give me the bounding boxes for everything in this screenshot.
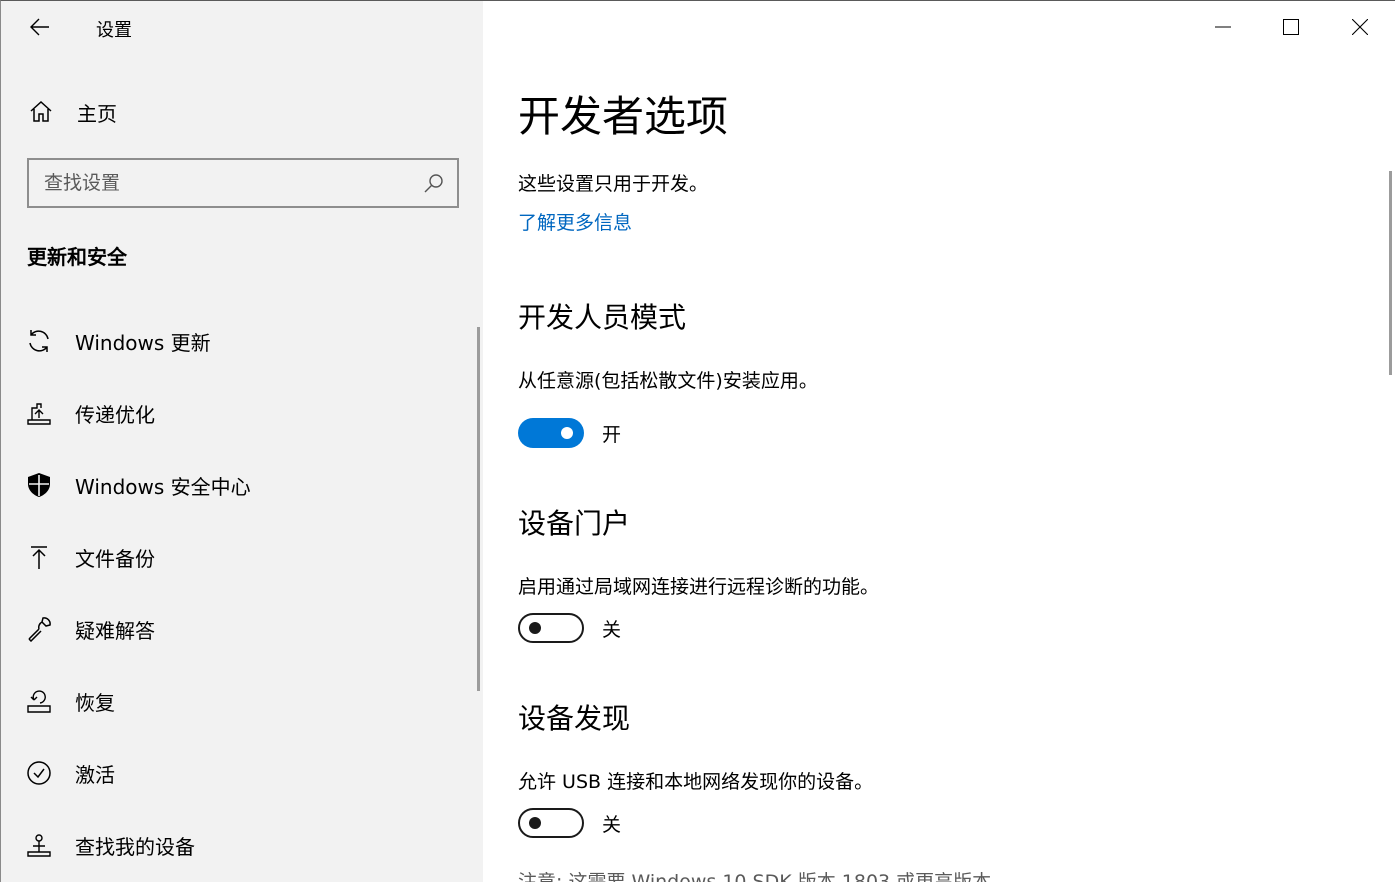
device-discovery-toggle[interactable]: [518, 808, 584, 838]
device-discovery-state: 关: [602, 813, 622, 836]
sidebar-nav: Windows 更新 传递优化 Windows 安全中心 文件备份 疑难解答 恢…: [1, 305, 483, 881]
sidebar-item-label: 文件备份: [75, 546, 155, 571]
sidebar-item-find-my-device[interactable]: 查找我的设备: [1, 809, 483, 881]
sidebar-item-label: 传递优化: [75, 402, 155, 427]
back-button[interactable]: [23, 11, 57, 43]
wrench-icon: [25, 615, 53, 643]
toggle-knob: [529, 817, 541, 829]
section-title: 更新和安全: [27, 245, 127, 269]
sidebar-item-label: 主页: [77, 101, 117, 126]
developer-mode-toggle[interactable]: [518, 418, 584, 448]
sidebar-item-delivery-optimization[interactable]: 传递优化: [1, 377, 483, 449]
sidebar-item-activation[interactable]: 激活: [1, 737, 483, 809]
sidebar-item-home[interactable]: 主页: [27, 93, 117, 131]
backup-arrow-icon: [25, 543, 53, 571]
developer-mode-heading: 开发人员模式: [518, 301, 687, 334]
device-portal-description: 启用通过局域网连接进行远程诊断的功能。: [518, 576, 880, 598]
sidebar-scrollbar[interactable]: [477, 327, 480, 691]
device-discovery-heading: 设备发现: [518, 702, 631, 735]
check-circle-icon: [25, 759, 53, 787]
toggle-knob: [561, 427, 573, 439]
back-arrow-icon: [30, 18, 49, 36]
home-icon: [27, 98, 55, 126]
developer-mode-description: 从任意源(包括松散文件)安装应用。: [518, 370, 818, 392]
sidebar-item-label: 激活: [75, 762, 115, 787]
developer-mode-state: 开: [602, 423, 622, 446]
learn-more-link[interactable]: 了解更多信息: [518, 208, 632, 235]
sync-icon: [25, 327, 53, 355]
search-box[interactable]: [27, 158, 459, 208]
sidebar-item-windows-security[interactable]: Windows 安全中心: [1, 449, 483, 521]
settings-window: 设置 主页 更新和安全: [0, 0, 1395, 882]
sidebar-item-troubleshoot[interactable]: 疑难解答: [1, 593, 483, 665]
sidebar-item-file-backup[interactable]: 文件备份: [1, 521, 483, 593]
search-input[interactable]: [44, 172, 414, 194]
sidebar-item-label: Windows 安全中心: [75, 474, 251, 499]
page-subtitle: 这些设置只用于开发。: [518, 173, 709, 195]
search-icon[interactable]: [423, 172, 445, 194]
device-portal-state: 关: [602, 618, 622, 641]
sidebar-item-windows-update[interactable]: Windows 更新: [1, 305, 483, 377]
delivery-optimization-icon: [25, 399, 53, 427]
sidebar-item-label: 疑难解答: [75, 618, 155, 643]
page-title: 开发者选项: [518, 92, 729, 141]
shield-icon: [25, 471, 53, 499]
main-content: 开发者选项 这些设置只用于开发。 了解更多信息 开发人员模式 从任意源(包括松散…: [483, 1, 1395, 882]
device-discovery-toggle-row[interactable]: 关: [518, 808, 621, 838]
app-title: 设置: [96, 20, 132, 41]
find-device-icon: [25, 831, 53, 859]
sidebar: 设置 主页 更新和安全: [1, 1, 483, 882]
device-portal-toggle-row[interactable]: 关: [518, 613, 621, 643]
sidebar-item-label: 恢复: [75, 690, 115, 715]
developer-mode-toggle-row[interactable]: 开: [518, 418, 621, 448]
device-discovery-description: 允许 USB 连接和本地网络发现你的设备。: [518, 771, 874, 793]
device-portal-heading: 设备门户: [518, 507, 631, 540]
device-portal-toggle[interactable]: [518, 613, 584, 643]
recovery-icon: [25, 687, 53, 715]
sidebar-item-recovery[interactable]: 恢复: [1, 665, 483, 737]
sdk-note: 注意: 这需要 Windows 10 SDK 版本 1803 或更高版本: [518, 871, 992, 882]
main-scrollbar[interactable]: [1389, 171, 1392, 375]
toggle-knob: [529, 622, 541, 634]
sidebar-item-label: 查找我的设备: [75, 834, 195, 859]
sidebar-item-label: Windows 更新: [75, 330, 211, 355]
